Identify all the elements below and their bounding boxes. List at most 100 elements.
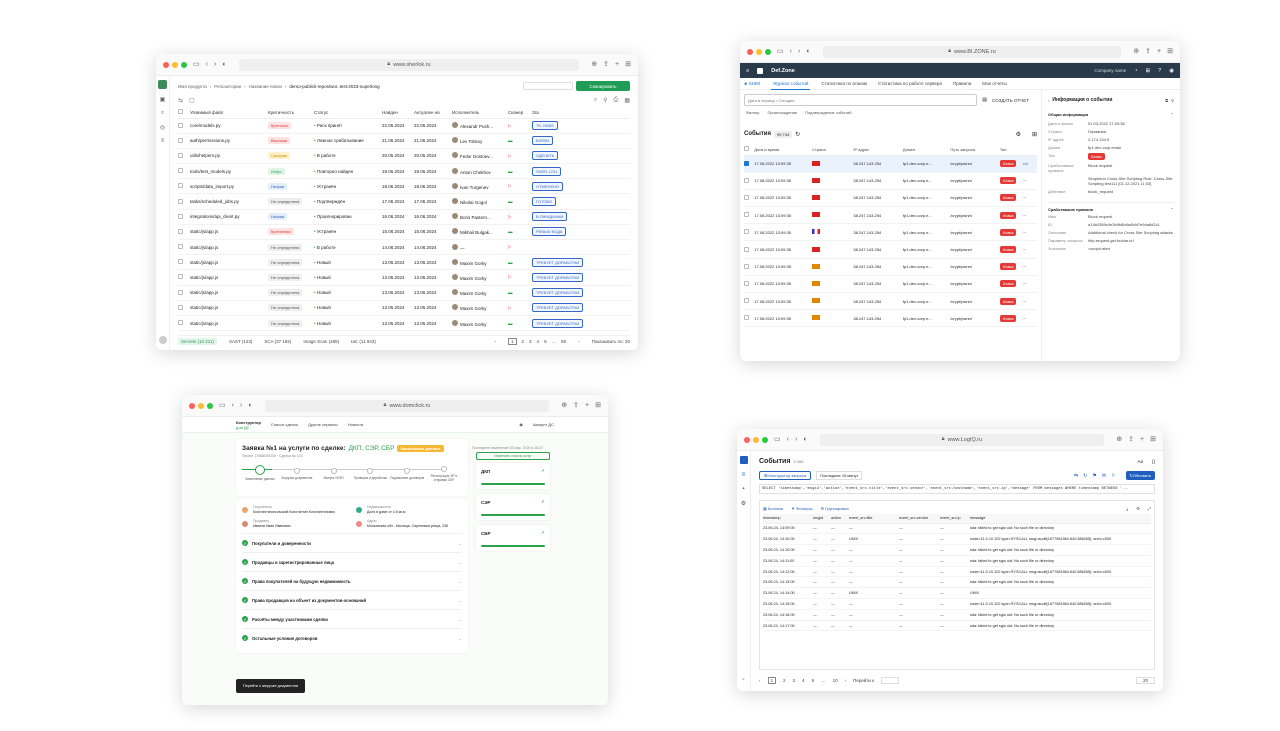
settings-icon[interactable] [158, 336, 167, 344]
prev-page-icon[interactable]: ‹ [759, 678, 761, 683]
forward-icon[interactable]: › [214, 61, 216, 68]
row-checkbox[interactable] [178, 289, 183, 295]
file-path[interactable]: core/models.py [190, 123, 221, 128]
nav-icon-4[interactable]: ≡ [161, 138, 165, 144]
minimize-dot[interactable] [198, 402, 204, 409]
table-row[interactable]: static/js/app.js Не определена • Новый 13.0… [178, 285, 630, 301]
share-icon[interactable]: ⇪ [603, 61, 609, 68]
close-dot[interactable] [189, 402, 195, 409]
col-country[interactable]: Страна [812, 144, 853, 155]
task-badge[interactable]: TK-78455 [532, 121, 558, 131]
col-assignee[interactable]: Исполнитель [452, 107, 508, 118]
progress-step[interactable]: Загрузка документов [279, 466, 315, 480]
progress-step[interactable]: Регистрация ЭР и отправка СБР [426, 464, 462, 482]
minimize-dot[interactable] [753, 436, 759, 443]
tab-image-scan[interactable]: Image Scan (485) [303, 339, 339, 344]
search-icon[interactable]: ⌕ [594, 97, 597, 104]
accordion-section[interactable]: ✓ Покупатели и доверенности ⌄ [242, 533, 462, 552]
col-type[interactable]: Тип [1000, 144, 1023, 155]
grid-icon[interactable]: ⊞ [1146, 68, 1151, 74]
url-bar[interactable]: 🔒︎ www.BI.ZONE.ru [822, 45, 1122, 58]
crumb-product[interactable]: Имя продукта [178, 84, 207, 89]
table-row[interactable]: 23.06.24, 14:12:00 — — — — — node=11.0.10.102 … [763, 566, 1151, 577]
table-row[interactable]: 23.06.24, 14:15:00 — — — — — node=11.0.10.102 … [763, 599, 1151, 610]
tabs-icon[interactable]: ⊞ [1150, 436, 1156, 443]
accordion-section[interactable]: ✓ Права продавцов на объект из документов… [242, 590, 462, 609]
back-icon[interactable]: ‹ [790, 48, 792, 55]
sidebar-icon[interactable]: ▭ [193, 61, 200, 68]
file-path[interactable]: tasks/scheduled_jobs.py [190, 199, 239, 204]
progress-step[interactable]: Выпуск УКЭП [316, 466, 352, 480]
task-badge[interactable]: ТРЕБУЕТ ДОРАБОТКИ [532, 303, 584, 313]
origin-chip[interactable]: Происхождение [765, 109, 799, 116]
filter-icon[interactable]: ⚲ [603, 97, 607, 104]
tab-server-stats[interactable]: Статистика по работе сервера [878, 81, 942, 86]
tab-events[interactable]: Журнал событий [770, 78, 811, 90]
col-msgid[interactable]: msgid [813, 514, 831, 523]
refresh-icon[interactable]: ↻ [795, 131, 800, 138]
branch-select[interactable] [523, 82, 573, 90]
tab-secrets[interactable]: Secrets (10 211) [178, 338, 217, 345]
select-all-checkbox[interactable] [744, 146, 749, 152]
select-all-checkbox[interactable] [178, 109, 183, 115]
col-action[interactable]: action [831, 514, 849, 523]
progress-step[interactable]: Подписание договоров [389, 466, 425, 480]
row-checkbox[interactable] [744, 212, 749, 218]
page-2[interactable]: 2 [783, 678, 786, 683]
row-checkbox[interactable] [744, 263, 749, 269]
progress-step[interactable]: Заполнение данных [242, 465, 278, 481]
page-4[interactable]: 4 [802, 678, 805, 683]
chevron-up-icon[interactable]: ⌃ [1171, 207, 1174, 212]
close-dot[interactable] [747, 48, 753, 55]
download-results-icon[interactable]: ⤓ [1126, 506, 1128, 511]
back-icon[interactable]: ‹ [206, 61, 208, 68]
more-icon[interactable]: ⋯ [1023, 299, 1027, 304]
col-src-title[interactable]: event_src.title [849, 514, 899, 523]
collapse-icon[interactable]: ⇆ [178, 97, 183, 104]
menu-icon[interactable]: ≡ [746, 68, 749, 74]
assignee-name[interactable]: Maxim Gorky [460, 261, 487, 266]
assignee-name[interactable]: Maxim Gorky [460, 276, 487, 281]
group-button[interactable]: ⚙ Группировка [821, 506, 849, 511]
back-icon[interactable]: ‹ [787, 436, 789, 443]
go-to-documents-button[interactable]: Перейти к загрузке документов [236, 679, 306, 693]
col-timestamp[interactable]: timestamp [763, 514, 813, 523]
pin-icon[interactable]: ⚲ [1171, 98, 1174, 103]
col-message[interactable]: message [970, 514, 1151, 523]
time-range-select[interactable]: Последние 15 минут [816, 471, 863, 480]
tabs-icon[interactable]: ⊞ [625, 61, 631, 68]
columns-button[interactable]: ▦ Колонки [763, 506, 783, 511]
collapse-panel-icon[interactable]: › [1048, 98, 1049, 103]
row-checkbox[interactable] [744, 194, 749, 200]
table-row[interactable]: 23.06.24, 14:09:00 — — — — — sda: failed to ge… [763, 523, 1151, 534]
assignee-name[interactable]: Nikolai Gogol [460, 200, 487, 205]
fullscreen-icon[interactable]: ⤢ [1148, 506, 1151, 511]
tab-rules[interactable]: Правила [953, 81, 971, 86]
gear-icon[interactable]: ⚙ [1016, 131, 1021, 138]
new-tab-icon[interactable]: + [1140, 436, 1144, 443]
download-icon[interactable]: ⊕ [1116, 436, 1122, 443]
list-nav-icon[interactable]: ≡ [742, 472, 746, 478]
table-row[interactable]: integrations/api_client.py Низкая • Проигн… [178, 209, 630, 225]
tabs-icon[interactable]: ⊞ [595, 402, 601, 409]
row-checkbox[interactable] [744, 298, 749, 304]
forward-icon[interactable]: › [795, 436, 797, 443]
table-row[interactable]: static/js/app.js Не определена • Новый 13.0… [178, 255, 630, 270]
row-checkbox[interactable] [744, 229, 749, 235]
table-row[interactable]: static/js/app.js Не определена • Новый 13.0… [178, 315, 630, 331]
task-badge[interactable]: ТРЕБУЕТ ДОРАБОТКИ [532, 318, 584, 328]
task-badge[interactable]: ТРЕБУЕТ ДОРАБОТКИ [532, 272, 584, 282]
crumb-folder[interactable]: Название папки [249, 84, 282, 89]
user-icon[interactable]: ◉ [1169, 68, 1174, 74]
table-row[interactable]: static/js/app.js Не определена • В работе 1… [178, 240, 630, 255]
row-checkbox[interactable] [178, 228, 183, 234]
col-severity[interactable]: Критичность [268, 107, 314, 118]
tab-iac[interactable]: IaC (11 943) [351, 339, 376, 344]
close-dot[interactable] [163, 61, 169, 68]
service-card[interactable]: СЭР ✓ [476, 494, 550, 520]
more-icon[interactable]: ⋯ [1023, 281, 1027, 286]
file-path[interactable]: static/js/app.js [190, 275, 218, 280]
nav-services[interactable]: Другие сервисы [308, 422, 338, 427]
row-checkbox[interactable] [178, 213, 183, 219]
search-nav-icon[interactable]: ⌕ [161, 110, 164, 117]
